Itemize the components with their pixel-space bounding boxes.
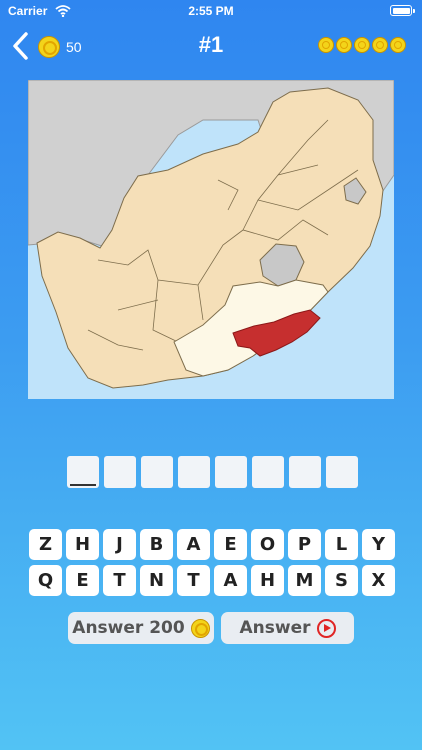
keyboard-row-2: Q E T N T A H M S X [29,565,395,596]
letter-key[interactable]: M [288,565,321,596]
keyboard-row-1: Z H J B A E O P L Y [29,529,395,560]
answer-slot[interactable] [326,456,358,488]
map-image [28,80,394,399]
answer-slot[interactable] [252,456,284,488]
answer-with-video-button[interactable]: Answer [221,612,354,644]
coin-icon [190,618,210,638]
answer-slot[interactable] [141,456,173,488]
play-video-icon [316,618,336,638]
letter-key[interactable]: N [140,565,173,596]
letter-key[interactable]: Q [29,565,62,596]
letter-keyboard: Z H J B A E O P L Y Q E T N T A H M S X [29,529,395,601]
status-bar: Carrier 2:55 PM [0,0,422,22]
letter-key[interactable]: Y [362,529,395,560]
letter-key[interactable]: O [251,529,284,560]
battery-icon [390,5,415,16]
letter-key[interactable]: T [103,565,136,596]
answer-slot[interactable] [104,456,136,488]
answer-slot[interactable] [67,456,99,488]
letter-key[interactable]: T [177,565,210,596]
progress-coin-icon [336,37,352,53]
letter-key[interactable]: P [288,529,321,560]
answer-with-coins-button[interactable]: Answer 200 [68,612,214,644]
letter-key[interactable]: H [251,565,284,596]
clock: 2:55 PM [188,4,234,18]
letter-key[interactable]: A [214,565,247,596]
progress-coin-icon [354,37,370,53]
answer-slot[interactable] [289,456,321,488]
letter-key[interactable]: E [214,529,247,560]
progress-coin-icon [390,37,406,53]
letter-key[interactable]: J [103,529,136,560]
progress-coin-icon [372,37,388,53]
answer-slots [67,456,358,488]
letter-key[interactable]: Z [29,529,62,560]
letter-key[interactable]: S [325,565,358,596]
letter-key[interactable]: L [325,529,358,560]
letter-key[interactable]: X [362,565,395,596]
letter-key[interactable]: A [177,529,210,560]
letter-key[interactable]: E [66,565,99,596]
letter-key[interactable]: B [140,529,173,560]
answer-slot[interactable] [215,456,247,488]
answer-with-video-label: Answer [239,618,311,638]
progress-coin-icon [318,37,334,53]
answer-with-coins-label: Answer 200 [72,618,185,638]
level-progress [318,37,406,53]
answer-slot[interactable] [178,456,210,488]
letter-key[interactable]: H [66,529,99,560]
